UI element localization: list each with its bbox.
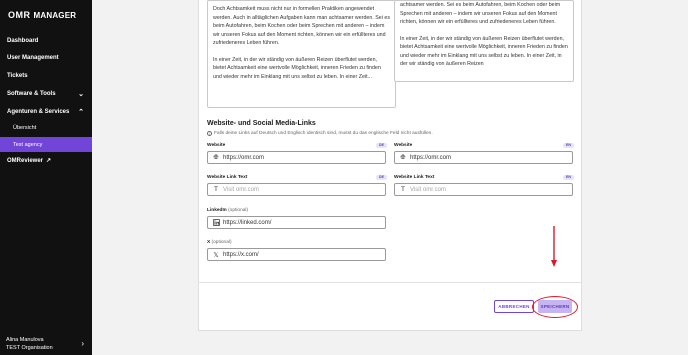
agency-edit-card: Doch Achtsamkeit muss nicht nur in forme… [198, 0, 582, 331]
annotation-circle [532, 296, 578, 318]
website-link-text-input-de[interactable]: T Visit omr.com [207, 183, 386, 196]
text-icon: T [214, 186, 218, 193]
optional-hint: (optional) [228, 208, 249, 213]
link-text-placeholder-de: Visit omr.com [223, 186, 259, 193]
description-textarea-en[interactable]: achtsamer werden. Sei es beim Autofahren… [394, 0, 574, 82]
language-badge-de: DE [376, 175, 387, 180]
website-label-de: Website [207, 143, 226, 148]
hint-text: Falls deine Links auf Deutsch und Englis… [214, 131, 433, 136]
chevron-right-icon[interactable]: › [81, 339, 84, 348]
sidebar-item-label: Software & Tools [7, 90, 56, 97]
website-input-en[interactable]: 🌐︎ https://omr.com [394, 151, 573, 164]
sidebar-item-label: Test agency [13, 141, 43, 148]
optional-hint: (optional) [211, 240, 232, 245]
website-link-text-input-en[interactable]: T Visit omr.com [394, 183, 573, 196]
sidebar-item-omreviewer[interactable]: OMReviewer ↗ [0, 153, 92, 168]
website-link-text-label-de: Website Link Text [207, 175, 248, 180]
logo-text: MANAGER [33, 10, 77, 20]
logo-mark: OMR [8, 10, 31, 20]
sidebar-item-test-agency[interactable]: Test agency [0, 137, 92, 152]
sidebar-item-dashboard[interactable]: Dashboard [0, 33, 92, 48]
sidebar-item-label: OMReviewer [7, 157, 44, 164]
sidebar-item-tickets[interactable]: Tickets [0, 68, 92, 83]
links-section-hint: i Falls deine Links auf Deutsch und Engl… [207, 131, 433, 136]
x-input[interactable]: 𝕏 https://x.com/ [207, 248, 386, 261]
user-organisation: TEST Organisation [6, 345, 53, 351]
x-label-text: X [207, 240, 211, 245]
description-paragraph: Doch Achtsamkeit muss nicht nur in forme… [213, 6, 390, 46]
website-value-de: https://omr.com [223, 154, 265, 161]
sidebar: OMR MANAGER Dashboard User Management Ti… [0, 0, 92, 355]
sidebar-item-uebersicht[interactable]: Übersicht [0, 120, 92, 135]
sidebar-item-label: Agenturen & Services [7, 108, 70, 115]
website-label-en: Website [394, 143, 413, 148]
linkedin-input[interactable]: https://linked.com/ [207, 216, 386, 229]
annotation-arrow [551, 226, 557, 267]
info-icon: i [207, 131, 212, 136]
cancel-button[interactable]: ABBRECHEN [494, 300, 534, 313]
chevron-down-icon: ⌄ [78, 90, 84, 98]
description-textarea-de[interactable]: Doch Achtsamkeit muss nicht nur in forme… [207, 0, 396, 108]
description-paragraph: In einer Zeit, in der wir ständig von äu… [400, 35, 568, 68]
globe-icon: 🌐︎ [213, 153, 219, 161]
language-badge-en: EN [563, 143, 574, 148]
linkedin-label: LinkedIn (optional) [207, 208, 248, 213]
external-link-icon: ↗ [46, 158, 52, 164]
user-profile[interactable]: Alina Manulova TEST Organisation [6, 336, 53, 352]
linkedin-icon [212, 219, 220, 226]
sidebar-item-label: User Management [7, 54, 59, 61]
x-logo-icon: 𝕏 [213, 251, 219, 259]
description-paragraph: achtsamer werden. Sei es beim Autofahren… [400, 2, 561, 25]
globe-icon: 🌐︎ [400, 153, 406, 161]
links-section-title: Website- und Social Media-Links [207, 120, 316, 127]
link-text-placeholder-en: Visit omr.com [410, 186, 446, 193]
omr-manager-logo[interactable]: OMR MANAGER [8, 10, 76, 20]
chevron-up-icon: ⌃ [78, 108, 84, 116]
sidebar-item-software-tools[interactable]: Software & Tools ⌄ [0, 86, 92, 101]
description-paragraph: In einer Zeit, in der wir ständig von äu… [213, 56, 381, 80]
sidebar-item-user-management[interactable]: User Management [0, 50, 92, 65]
sidebar-item-label: Übersicht [13, 124, 37, 131]
website-input-de[interactable]: 🌐︎ https://omr.com [207, 151, 386, 164]
language-badge-en: EN [563, 175, 574, 180]
text-icon: T [401, 186, 405, 193]
x-value: https://x.com/ [223, 251, 259, 258]
x-label: X (optional) [207, 240, 232, 245]
website-link-text-label-en: Website Link Text [394, 175, 435, 180]
footer-divider [199, 282, 581, 283]
sidebar-item-label: Dashboard [7, 37, 39, 44]
language-badge-de: DE [376, 143, 387, 148]
sidebar-item-label: Tickets [7, 72, 28, 79]
sidebar-item-agenturen-services[interactable]: Agenturen & Services ⌃ [0, 104, 92, 119]
user-name: Alina Manulova [6, 337, 44, 343]
website-value-en: https://omr.com [410, 154, 452, 161]
linkedin-label-text: LinkedIn [207, 208, 227, 213]
linkedin-value: https://linked.com/ [223, 219, 272, 226]
